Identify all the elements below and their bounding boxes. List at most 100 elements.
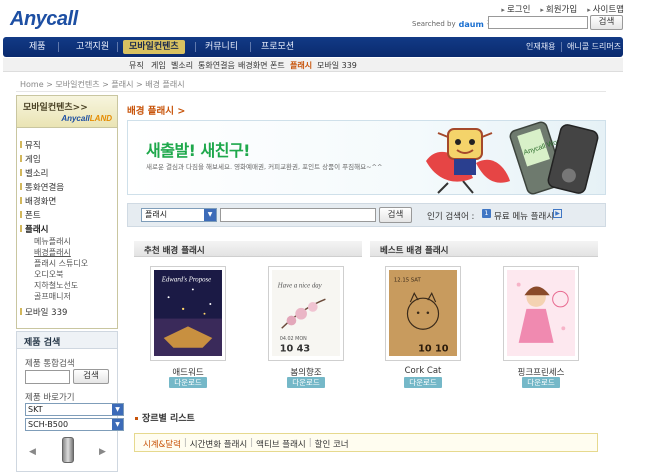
breadcrumb-divider xyxy=(16,91,606,92)
genre-time-change[interactable]: 시간변화 플래시 xyxy=(190,438,247,451)
category-value: 플래시 xyxy=(145,210,168,219)
download-button-cork-cat[interactable]: 다운로드 xyxy=(404,377,442,388)
page-title: 배경 플래시 > xyxy=(127,106,186,117)
subnav-music[interactable]: 뮤직 xyxy=(129,60,144,71)
thumbnail-spring[interactable]: Have a nice day 04.02 MON 10 43 xyxy=(268,266,344,361)
thumbnail-cork-cat[interactable]: 12.15 SAT 10 10 xyxy=(385,266,461,361)
phone-image[interactable] xyxy=(62,437,74,463)
spring-art-time: 10 43 xyxy=(280,344,310,355)
next-arrow-icon[interactable]: ▶ xyxy=(99,447,106,457)
sidebar-item-bell[interactable]: 벨소리 xyxy=(19,167,48,179)
shortcut-label: 제품 바로가기 xyxy=(25,393,75,403)
promo-banner[interactable]: 새출발! 새친구! 새로운 결심과 다짐을 해보세요. 영화예매권, 커피교환권… xyxy=(127,120,606,195)
pink-princess-artwork xyxy=(507,270,575,357)
searched-by-label: Searched by xyxy=(412,20,456,28)
searched-by: Searched by daum 검색 xyxy=(412,19,500,29)
anycall-land-logo: AnycallLAND xyxy=(61,114,112,123)
sidebar-item-mobile339[interactable]: 모바일 339 xyxy=(19,306,67,318)
cartoon-character-illustration xyxy=(426,128,510,194)
sidebar-header: 모바일컨텐츠>> AnycallLAND xyxy=(16,95,118,128)
sidebar-item-music[interactable]: 뮤직 xyxy=(20,139,41,151)
breadcrumb: Home > 모바일컨텐츠 > 플래시 > 배경 플래시 xyxy=(20,80,185,89)
best-section-header: 베스트 배경 플래시 xyxy=(370,241,598,257)
anycall-land-logo-b: LAND xyxy=(89,114,112,123)
item-name-cork-cat[interactable]: Cork Cat xyxy=(375,366,471,376)
download-button-pink-princess[interactable]: 다운로드 xyxy=(522,377,560,388)
sidebar-item-ringback[interactable]: 통화연결음 xyxy=(19,181,64,193)
nav-item-products[interactable]: 제품 xyxy=(29,37,46,57)
sidebar-item-game[interactable]: 게임 xyxy=(20,153,41,165)
signup-link[interactable]: 회원가입 xyxy=(540,3,577,15)
genre-active-flash[interactable]: 액티브 플래시 xyxy=(256,438,306,451)
sidebar-menu: 뮤직 게임 벨소리 통화연결음 배경화면 폰트 플래시 메뉴플래시 배경플래시 … xyxy=(16,128,118,329)
model-value: SCH-B500 xyxy=(28,420,69,429)
product-search-input[interactable] xyxy=(25,370,70,384)
sidebar-title[interactable]: 모바일컨텐츠>> xyxy=(23,100,88,113)
banner-description: 새로운 결심과 다짐을 해보세요. 영화예매권, 커피교환권, 포인트 상품이 … xyxy=(146,163,383,171)
nav-item-community[interactable]: 커뮤니티 xyxy=(205,37,238,57)
genre-discount-corner[interactable]: 할인 코너 xyxy=(315,438,349,451)
subnav-font[interactable]: 폰트 xyxy=(270,60,285,71)
carrier-select[interactable]: SKT ▼ xyxy=(25,403,124,416)
daum-logo: daum xyxy=(458,19,484,29)
banner-headline: 새출발! 새친구! xyxy=(146,141,250,160)
header-search-input[interactable] xyxy=(488,16,588,29)
subnav-flash[interactable]: 플래시 xyxy=(290,60,312,71)
carrier-value: SKT xyxy=(28,405,43,414)
cork-cat-artwork: 12.15 SAT 10 10 xyxy=(389,270,457,357)
sidebar-sub-golf[interactable]: 골프매니저 xyxy=(34,291,71,302)
spring-art-title: Have a nice day xyxy=(277,282,323,289)
sidebar-item-flash[interactable]: 플래시 xyxy=(19,223,48,235)
genre-list-bar: 시계&달력 | 시간변화 플래시 | 액티브 플래시 | 할인 코너 xyxy=(134,433,598,452)
utility-links: 로그인 회원가입 사이트맵 xyxy=(501,3,624,15)
sidebar-sub-subway[interactable]: 지하철노선도 xyxy=(34,280,78,291)
nav-item-dreamers[interactable]: 애니콜 드리머즈 xyxy=(567,37,621,57)
sidebar-item-wallpaper[interactable]: 배경화면 xyxy=(19,195,56,207)
genre-clock-calendar[interactable]: 시계&달력 xyxy=(143,438,181,451)
thumbnail-edward[interactable]: Edward's Propose xyxy=(150,266,226,361)
nav-item-recruit[interactable]: 인재채용 xyxy=(526,37,555,57)
arrow-right-icon[interactable]: ▶ xyxy=(553,209,562,218)
content-search-button[interactable]: 검색 xyxy=(379,207,412,223)
sitemap-link[interactable]: 사이트맵 xyxy=(587,3,624,15)
genre-list-title: 장르별 리스트 xyxy=(135,411,195,424)
sidebar-sub-bg-flash[interactable]: 배경플래시 xyxy=(34,247,71,258)
popular-rank-badge: 1 xyxy=(482,209,491,218)
popular-keyword-label: 인기 검색어 : xyxy=(427,212,475,222)
spring-artwork: Have a nice day 04.02 MON 10 43 xyxy=(272,270,340,357)
content-search-bar: 플래시 ▼ 검색 인기 검색어 : 1 뮤료 메뉴 플래시 ▶ xyxy=(127,203,606,227)
model-select[interactable]: SCH-B500 ▼ xyxy=(25,418,124,431)
subnav-bell[interactable]: 벨소리 xyxy=(171,60,193,71)
nav-item-mobile-contents[interactable]: 모바일컨텐츠 xyxy=(123,40,185,54)
sidebar-sub-flash-studio[interactable]: 플래시 스튜디오 xyxy=(34,258,88,269)
subnav-mobile339[interactable]: 모바일 339 xyxy=(317,60,357,71)
product-search-panel: 제품 통합검색 검색 제품 바로가기 SKT ▼ SCH-B500 ▼ ◀ ▶ xyxy=(16,349,124,472)
nav-item-support[interactable]: 고객지원 xyxy=(76,37,109,57)
anycall-logo[interactable]: Anycall xyxy=(10,8,78,31)
prev-arrow-icon[interactable]: ◀ xyxy=(29,447,36,457)
subnav-game[interactable]: 게임 xyxy=(151,60,166,71)
subnav-ringback[interactable]: 통화연결음 xyxy=(198,60,235,71)
download-button-edward[interactable]: 다운로드 xyxy=(169,377,207,388)
nav-item-promotion[interactable]: 프로모션 xyxy=(261,37,294,57)
sidebar-item-font[interactable]: 폰트 xyxy=(20,209,41,221)
sidebar-sub-menu-flash[interactable]: 메뉴플래시 xyxy=(34,236,71,247)
header-search-button[interactable]: 검색 xyxy=(590,15,623,30)
content-search-input[interactable] xyxy=(220,208,376,222)
main-nav: 제품 고객지원 모바일컨텐츠 커뮤니티 프로모션 인재채용 애니콜 드리머즈 xyxy=(3,37,623,57)
subnav-wallpaper[interactable]: 배경화면 xyxy=(238,60,267,71)
login-link[interactable]: 로그인 xyxy=(501,3,530,15)
popular-keyword-link[interactable]: 뮤료 메뉴 플래시 xyxy=(494,210,554,222)
download-button-spring[interactable]: 다운로드 xyxy=(287,377,325,388)
sidebar-sub-audiobook[interactable]: 오디오북 xyxy=(34,269,63,280)
genre-separator: | xyxy=(183,438,187,448)
thumbnail-pink-princess[interactable] xyxy=(503,266,579,361)
phone-illustration: Anycall World xyxy=(509,121,599,195)
cork-cat-art-date: 12.15 SAT xyxy=(394,278,422,284)
sub-nav: 뮤직 게임 벨소리 통화연결음 배경화면 폰트 플래시 모바일 339 xyxy=(3,58,623,72)
category-select[interactable]: 플래시 ▼ xyxy=(141,208,217,222)
product-search-button[interactable]: 검색 xyxy=(73,369,109,384)
integrated-search-label: 제품 통합검색 xyxy=(25,359,75,369)
edward-artwork: Edward's Propose xyxy=(154,270,222,357)
cork-cat-art-time: 10 10 xyxy=(418,344,449,355)
